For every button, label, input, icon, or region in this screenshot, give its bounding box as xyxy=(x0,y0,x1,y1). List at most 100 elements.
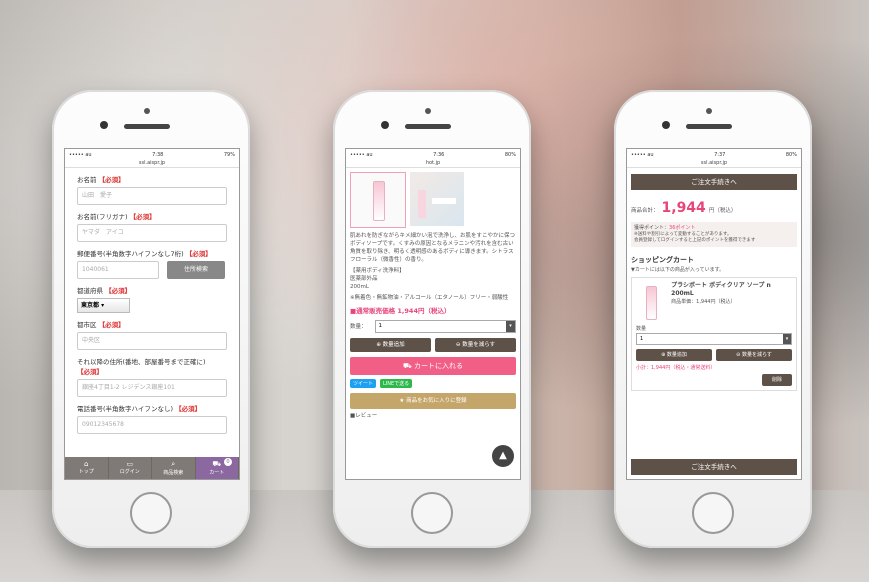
clock: 7:37 xyxy=(714,151,726,158)
cart-quantity-select[interactable]: 1 ▾ xyxy=(636,333,792,345)
url-bar[interactable]: ssl.aispr.jp xyxy=(627,160,801,168)
kana-input[interactable]: ヤマダ アイコ xyxy=(77,224,227,242)
prefecture-label: 都道府県 【必須】 xyxy=(77,287,132,295)
line-share-button[interactable]: LINEで送る xyxy=(380,379,413,388)
name-label: お名前 【必須】 xyxy=(77,176,125,184)
front-sensor xyxy=(100,121,108,129)
tab-login[interactable]: ▭ ログイン xyxy=(109,457,152,479)
city-input[interactable]: 中央区 xyxy=(77,332,227,350)
regular-price: ■通常販売価格 1,944円（税込） xyxy=(350,307,451,315)
soap-bottle-image xyxy=(373,181,385,221)
prefecture-select[interactable]: 東京都 ▾ xyxy=(77,298,130,313)
front-sensor xyxy=(662,121,670,129)
plus-icon: ⊕ xyxy=(661,352,666,358)
earpiece xyxy=(124,124,170,129)
phone-input[interactable]: 09012345678 xyxy=(77,416,227,434)
quantity-select[interactable]: 1 ▾ xyxy=(374,320,516,333)
name-input[interactable]: 山田 愛子 xyxy=(77,187,227,205)
plus-icon: ⊕ xyxy=(376,342,381,348)
product-thumb-selected[interactable] xyxy=(350,172,406,228)
search-icon: ⌕ xyxy=(171,460,176,468)
phone3-screen: ••••• au 7:37 80% ssl.aispr.jp ご注文手続きへ 商… xyxy=(626,148,802,480)
status-bar: ••••• au 7:36 80% xyxy=(346,149,520,160)
front-camera xyxy=(144,108,150,114)
address-label: それ以降の住所(番地、部屋番号まで正確に) 【必須】 xyxy=(77,358,206,376)
delete-item-button[interactable]: 削除 xyxy=(762,374,792,386)
city-label: 都市区 【必須】 xyxy=(77,321,125,329)
phone2-screen: ••••• au 7:36 80% hot.jp 肌あれを防ぎながらキメ細かい泡… xyxy=(345,148,521,480)
kana-label: お名前(フリガナ) 【必須】 xyxy=(77,213,156,221)
phone-product: ••••• au 7:36 80% hot.jp 肌あれを防ぎながらキメ細かい泡… xyxy=(333,90,531,548)
phone-cart: ••••• au 7:37 80% ssl.aispr.jp ご注文手続きへ 商… xyxy=(614,90,812,548)
status-bar: ••••• au 7:37 80% xyxy=(627,149,801,160)
chevron-down-icon: ▾ xyxy=(506,321,515,332)
cart-icon: ⛟ xyxy=(402,362,412,370)
carrier: ••••• au xyxy=(69,151,92,158)
total-value: 1,944 xyxy=(661,200,706,216)
tab-search[interactable]: ⌕ 商品検索 xyxy=(152,457,196,479)
arrow-up-icon: ▲ xyxy=(499,450,507,461)
minus-icon: ⊖ xyxy=(455,342,461,348)
checkout-button-top[interactable]: ご注文手続きへ xyxy=(631,174,797,190)
phone1-screen: ••••• au 7:38 79% ssl.aispr.jp お名前 【必須】 … xyxy=(64,148,240,480)
cart-add-quantity-button[interactable]: ⊕ 数量追加 xyxy=(636,349,712,361)
home-icon: ⌂ xyxy=(84,460,89,468)
battery-level: 79% xyxy=(223,151,235,158)
points-box: 獲得ポイント：36ポイント ※送料や割引によって変動することがあります。 会員登… xyxy=(631,222,797,247)
cart-reduce-quantity-button[interactable]: ⊖ 数量を減らす xyxy=(716,349,792,361)
status-bar: ••••• au 7:38 79% xyxy=(65,149,239,160)
checkout-button-bottom[interactable]: ご注文手続きへ xyxy=(631,459,797,475)
reduce-quantity-button[interactable]: ⊖ 数量を減らす xyxy=(435,338,516,352)
add-quantity-button[interactable]: ⊕ 数量追加 xyxy=(350,338,431,352)
star-icon: ★ xyxy=(399,398,405,404)
points-note-2: 会員登録してログインすると上記のポイントを獲得できます xyxy=(634,238,756,243)
product-spec-1: 【薬用ボディ洗浄料】 xyxy=(350,268,405,274)
home-button[interactable] xyxy=(130,492,172,534)
cart-count-badge: 0 xyxy=(224,458,232,466)
url-bar[interactable]: hot.jp xyxy=(346,160,520,168)
scroll-top-button[interactable]: ▲ xyxy=(492,445,514,467)
url-bar[interactable]: ssl.aispr.jp xyxy=(65,160,239,168)
zip-label: 郵便番号(半角数字ハイフンなし7桁) 【必須】 xyxy=(77,250,212,258)
cart-item-price: 商品単価：1,944円（税込） xyxy=(671,299,736,305)
minus-icon: ⊖ xyxy=(736,352,741,358)
zip-input[interactable]: 1040061 xyxy=(77,261,159,279)
battery-level: 80% xyxy=(785,151,797,158)
product-thumb-alt[interactable] xyxy=(410,172,464,226)
earpiece xyxy=(686,124,732,129)
cart-item: プラシボート ボディクリア ソープ n 200mL 商品単価：1,944円（税込… xyxy=(631,277,797,391)
carrier: ••••• au xyxy=(350,151,373,158)
cart-subtitle: ▼カートには以下の商品が入っています。 xyxy=(631,267,725,273)
carrier: ••••• au xyxy=(631,151,654,158)
bottom-tab-bar: ⌂ トップ ▭ ログイン ⌕ 商品検索 ⛟ カート 0 xyxy=(65,457,239,479)
cart-item-image xyxy=(636,282,665,322)
address-input[interactable]: 銀座4丁目1-2 レジデンス銀座101 xyxy=(77,379,227,397)
clock: 7:38 xyxy=(152,151,164,158)
home-button[interactable] xyxy=(411,492,453,534)
quantity-label: 数量： xyxy=(350,323,367,330)
tab-top[interactable]: ⌂ トップ xyxy=(65,457,109,479)
front-sensor xyxy=(381,121,389,129)
home-button[interactable] xyxy=(692,492,734,534)
points-value: 36ポイント xyxy=(669,225,696,231)
phone-label: 電話番号(半角数字ハイフンなし) 【必須】 xyxy=(77,405,202,413)
lifestyle-image xyxy=(418,190,426,218)
product-spec-3: 200mL xyxy=(350,284,369,290)
clock: 7:36 xyxy=(433,151,445,158)
add-to-cart-button[interactable]: ⛟ カートに入れる xyxy=(350,357,516,375)
front-camera xyxy=(425,108,431,114)
favorite-button[interactable]: ★ 商品をお気に入りに登録 xyxy=(350,393,516,409)
cart-qty-label: 数量 xyxy=(636,326,647,332)
total-unit: 円（税込） xyxy=(708,208,737,214)
tab-cart[interactable]: ⛟ カート 0 xyxy=(195,457,239,479)
cart-subtotal: 小計：1,944円（税込・通常送料） xyxy=(636,365,716,371)
product-description: 肌あれを防ぎながらキメ細かい泡で洗浄し、お肌をすこやかに保つボディソープです。く… xyxy=(350,233,516,263)
product-spec-2: 医薬部外品 xyxy=(350,276,378,282)
battery-level: 80% xyxy=(504,151,516,158)
front-camera xyxy=(706,108,712,114)
earpiece xyxy=(405,124,451,129)
tweet-button[interactable]: ツイート xyxy=(350,379,377,388)
cart-item-name[interactable]: プラシボート ボディクリア ソープ n 200mL xyxy=(671,282,792,298)
login-icon: ▭ xyxy=(126,460,134,468)
zip-search-button[interactable]: 住所検索 xyxy=(167,261,225,279)
